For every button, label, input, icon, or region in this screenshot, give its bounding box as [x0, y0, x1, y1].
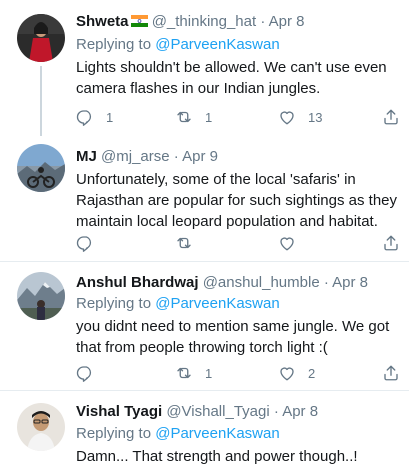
tweet-timestamp[interactable]: Apr 9 — [182, 148, 218, 165]
like-count: 13 — [308, 109, 323, 125]
tweet-text-line: Damn... That strength and power though..… — [76, 448, 358, 465]
tweet-text-line: that from people throwing torch light :( — [76, 339, 328, 356]
share-icon — [384, 235, 398, 251]
tweet-text: Damn... That strength and power though..… — [76, 446, 401, 467]
tweet-anshul[interactable]: Anshul Bhardwaj @anshul_humble · Apr 8 R… — [0, 262, 409, 390]
avatar[interactable] — [17, 403, 65, 451]
replying-to: Replying to @ParveenKaswan — [76, 36, 280, 53]
retweet-button[interactable]: 1 — [175, 108, 212, 126]
user-handle[interactable]: @mj_arse — [101, 148, 170, 165]
like-button[interactable]: 2 — [278, 364, 315, 382]
tweet-header: MJ @mj_arse · Apr 9 — [76, 148, 218, 165]
reply-icon — [76, 236, 92, 252]
reply-count: 1 — [106, 109, 114, 125]
user-handle[interactable]: @Vishall_Tyagi — [166, 403, 269, 420]
replying-to-label: Replying to — [76, 295, 152, 312]
like-count: 2 — [308, 365, 316, 381]
tweet-text-line: camera flashes in our Indian jungles. — [76, 80, 321, 97]
mention-link[interactable]: @ParveenKaswan — [155, 425, 279, 442]
replying-to-label: Replying to — [76, 425, 152, 442]
share-icon — [384, 109, 398, 125]
share-icon — [384, 365, 398, 381]
india-flag-icon — [130, 15, 148, 27]
replying-to: Replying to @ParveenKaswan — [76, 295, 280, 312]
tweet-text-line: Rajasthan are popular for such sightings… — [76, 192, 398, 209]
reply-button[interactable]: 1 — [76, 108, 113, 126]
like-button[interactable]: 13 — [278, 108, 322, 126]
separator-dot: · — [273, 403, 279, 420]
like-button[interactable] — [278, 234, 308, 252]
tweet-actions — [76, 234, 406, 254]
user-handle[interactable]: @anshul_humble — [203, 274, 320, 291]
separator-dot: · — [173, 148, 179, 165]
share-button[interactable] — [382, 108, 400, 126]
like-icon — [280, 111, 294, 125]
tweet-text: Unfortunately, some of the local 'safari… — [76, 169, 401, 232]
like-icon — [280, 237, 294, 251]
avatar[interactable] — [17, 272, 65, 320]
tweet-shweta[interactable]: Shweta @_thinking_hat · Apr 8 Replying t… — [0, 0, 409, 138]
tweet-header: Shweta @_thinking_hat · Apr 8 — [76, 13, 305, 30]
retweet-icon — [177, 237, 191, 249]
tweet-vishal[interactable]: Vishal Tyagi @Vishall_Tyagi · Apr 8 Repl… — [0, 391, 409, 469]
separator-dot: · — [323, 274, 329, 291]
share-button[interactable] — [382, 234, 400, 252]
replying-to-label: Replying to — [76, 36, 152, 53]
tweet-text: Lights shouldn't be allowed. We can't us… — [76, 57, 401, 99]
display-name[interactable]: Anshul Bhardwaj — [76, 274, 199, 291]
reply-icon — [76, 366, 92, 382]
retweet-icon — [177, 367, 191, 379]
retweet-icon — [177, 111, 191, 123]
separator-dot: · — [260, 13, 266, 30]
avatar[interactable] — [17, 144, 65, 192]
tweet-actions: 1 1 13 — [76, 108, 406, 128]
reply-icon — [76, 110, 92, 126]
tweet-timestamp[interactable]: Apr 8 — [332, 274, 368, 291]
retweet-button[interactable] — [175, 234, 205, 252]
share-button[interactable] — [382, 364, 400, 382]
thread-connector — [40, 66, 42, 136]
replying-to: Replying to @ParveenKaswan — [76, 425, 280, 442]
tweet-text-line: Lights shouldn't be allowed. We can't us… — [76, 59, 387, 76]
tweet-header: Anshul Bhardwaj @anshul_humble · Apr 8 — [76, 274, 368, 291]
display-name[interactable]: Vishal Tyagi — [76, 403, 162, 420]
tweet-timestamp[interactable]: Apr 8 — [282, 403, 318, 420]
avatar[interactable] — [17, 14, 65, 62]
reply-button[interactable] — [76, 234, 106, 252]
tweet-actions: 1 2 — [76, 364, 406, 384]
display-name[interactable]: Shweta — [76, 13, 129, 30]
retweet-count: 1 — [205, 109, 213, 125]
display-name[interactable]: MJ — [76, 148, 97, 165]
tweet-header: Vishal Tyagi @Vishall_Tyagi · Apr 8 — [76, 403, 318, 420]
tweet-text-line: you didnt need to mention same jungle. W… — [76, 318, 390, 335]
tweet-timestamp[interactable]: Apr 8 — [269, 13, 305, 30]
tweet-text-line: Unfortunately, some of the local 'safari… — [76, 171, 356, 188]
user-handle[interactable]: @_thinking_hat — [152, 13, 256, 30]
mention-link[interactable]: @ParveenKaswan — [155, 36, 279, 53]
like-icon — [280, 367, 294, 381]
retweet-button[interactable]: 1 — [175, 364, 212, 382]
retweet-count: 1 — [205, 365, 213, 381]
tweet-mj[interactable]: MJ @mj_arse · Apr 9 Unfortunately, some … — [0, 138, 409, 261]
tweet-text: you didnt need to mention same jungle. W… — [76, 316, 401, 358]
mention-link[interactable]: @ParveenKaswan — [155, 295, 279, 312]
tweet-text-line: maintain local leopard population and ha… — [76, 213, 378, 230]
reply-button[interactable] — [76, 364, 106, 382]
